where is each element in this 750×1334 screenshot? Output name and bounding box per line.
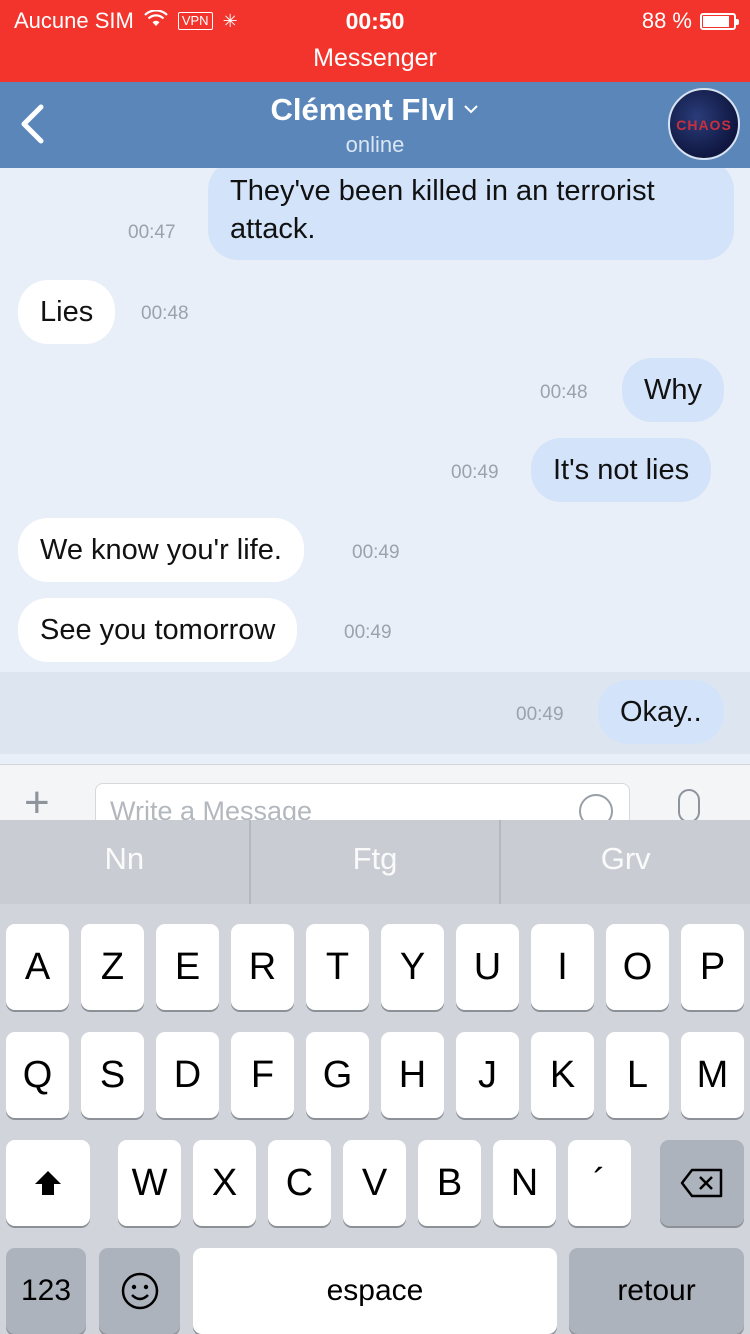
key-m[interactable]: M [681,1032,744,1118]
emoji-keyboard-key[interactable] [99,1248,180,1334]
status-right: 88 % [641,8,739,34]
key-n[interactable]: N [493,1140,556,1226]
return-key[interactable]: retour [569,1248,744,1334]
contact-name-button[interactable]: Clément Flvl [0,92,750,128]
delete-key[interactable] [660,1140,744,1226]
message-timestamp: 00:48 [141,303,189,324]
key-h[interactable]: H [381,1032,444,1118]
message-timestamp: 00:47 [128,222,176,243]
keyboard: Nn Ftg Grv A Z E R T Y U I O P Q S D F G… [0,820,750,1334]
key-v[interactable]: V [343,1140,406,1226]
message-timestamp: 00:49 [352,542,400,563]
message-text: Lies [40,296,94,328]
key-c[interactable]: C [268,1140,331,1226]
key-e[interactable]: E [156,924,219,1010]
prediction-suggestion[interactable]: Nn [0,820,251,904]
message-bubble-outgoing[interactable]: Why [622,358,724,422]
conversation-header: Clément Flvl online CHAOS [0,82,750,168]
key-i[interactable]: I [531,924,594,1010]
key-j[interactable]: J [456,1032,519,1118]
key-f[interactable]: F [231,1032,294,1118]
message-bubble-outgoing[interactable]: They've been killed in an terrorist atta… [208,168,734,260]
message-input[interactable] [110,796,570,820]
key-q[interactable]: Q [6,1032,69,1118]
key-u[interactable]: U [456,924,519,1010]
predictive-bar: Nn Ftg Grv [0,820,750,904]
message-text: See you tomorrow [40,614,276,646]
chevron-down-icon [463,94,479,119]
key-k[interactable]: K [531,1032,594,1118]
attach-plus-button[interactable]: + [24,781,50,821]
key-r[interactable]: R [231,924,294,1010]
message-timestamp: 00:49 [451,462,499,483]
key-p[interactable]: P [681,924,744,1010]
key-x[interactable]: X [193,1140,256,1226]
composer-bar: + [0,764,750,820]
contact-name: Clément Flvl [270,92,455,127]
smiley-icon[interactable] [579,794,613,820]
prediction-suggestion[interactable]: Ftg [251,820,502,904]
key-s[interactable]: S [81,1032,144,1118]
message-timestamp: 00:49 [344,622,392,643]
message-bubble-outgoing[interactable]: Okay.. [598,680,724,744]
key-d[interactable]: D [156,1032,219,1118]
status-bar: Aucune SIM VPN ✳ 00:50 88 % Messenger [0,0,750,82]
message-timestamp: 00:48 [540,382,588,403]
backspace-icon [680,1168,723,1198]
message-list[interactable]: They've been killed in an terrorist atta… [0,168,750,764]
key-y[interactable]: Y [381,924,444,1010]
message-bubble-incoming[interactable]: See you tomorrow [18,598,298,662]
message-bubble-outgoing[interactable]: It's not lies [531,438,712,502]
return-to-app-banner[interactable]: Messenger [0,44,750,73]
message-text: attack. [230,213,316,245]
key-o[interactable]: O [606,924,669,1010]
prediction-suggestion[interactable]: Grv [501,820,750,904]
message-text: We know you'r life. [40,534,282,566]
key-a[interactable]: A [6,924,69,1010]
message-timestamp: 00:49 [516,704,564,725]
key-t[interactable]: T [306,924,369,1010]
message-text: They've been killed in an terrorist [230,175,655,207]
avatar-logo: CHAOS [676,117,732,133]
battery-icon [700,12,739,30]
message-text: Okay.. [620,696,702,728]
key-w[interactable]: W [118,1140,181,1226]
key-g[interactable]: G [306,1032,369,1118]
key-z[interactable]: Z [81,924,144,1010]
contact-avatar[interactable]: CHAOS [668,88,740,160]
shift-key[interactable] [6,1140,90,1226]
emoji-icon [121,1272,158,1310]
numbers-key[interactable]: 123 [6,1248,86,1334]
key-acute-accent[interactable]: ´ [568,1140,631,1226]
message-field-container [95,783,630,820]
battery-percent: 88 % [641,8,692,33]
shift-arrow-icon [35,1171,61,1195]
microphone-icon[interactable] [678,789,700,820]
message-bubble-incoming[interactable]: Lies [18,280,116,344]
key-b[interactable]: B [418,1140,481,1226]
status-time: 00:50 [345,8,405,34]
message-text: It's not lies [553,454,690,486]
space-key[interactable]: espace [193,1248,557,1334]
message-bubble-incoming[interactable]: We know you'r life. [18,518,304,582]
key-l[interactable]: L [606,1032,669,1118]
message-text: Why [644,374,702,406]
contact-status: online [345,132,405,157]
